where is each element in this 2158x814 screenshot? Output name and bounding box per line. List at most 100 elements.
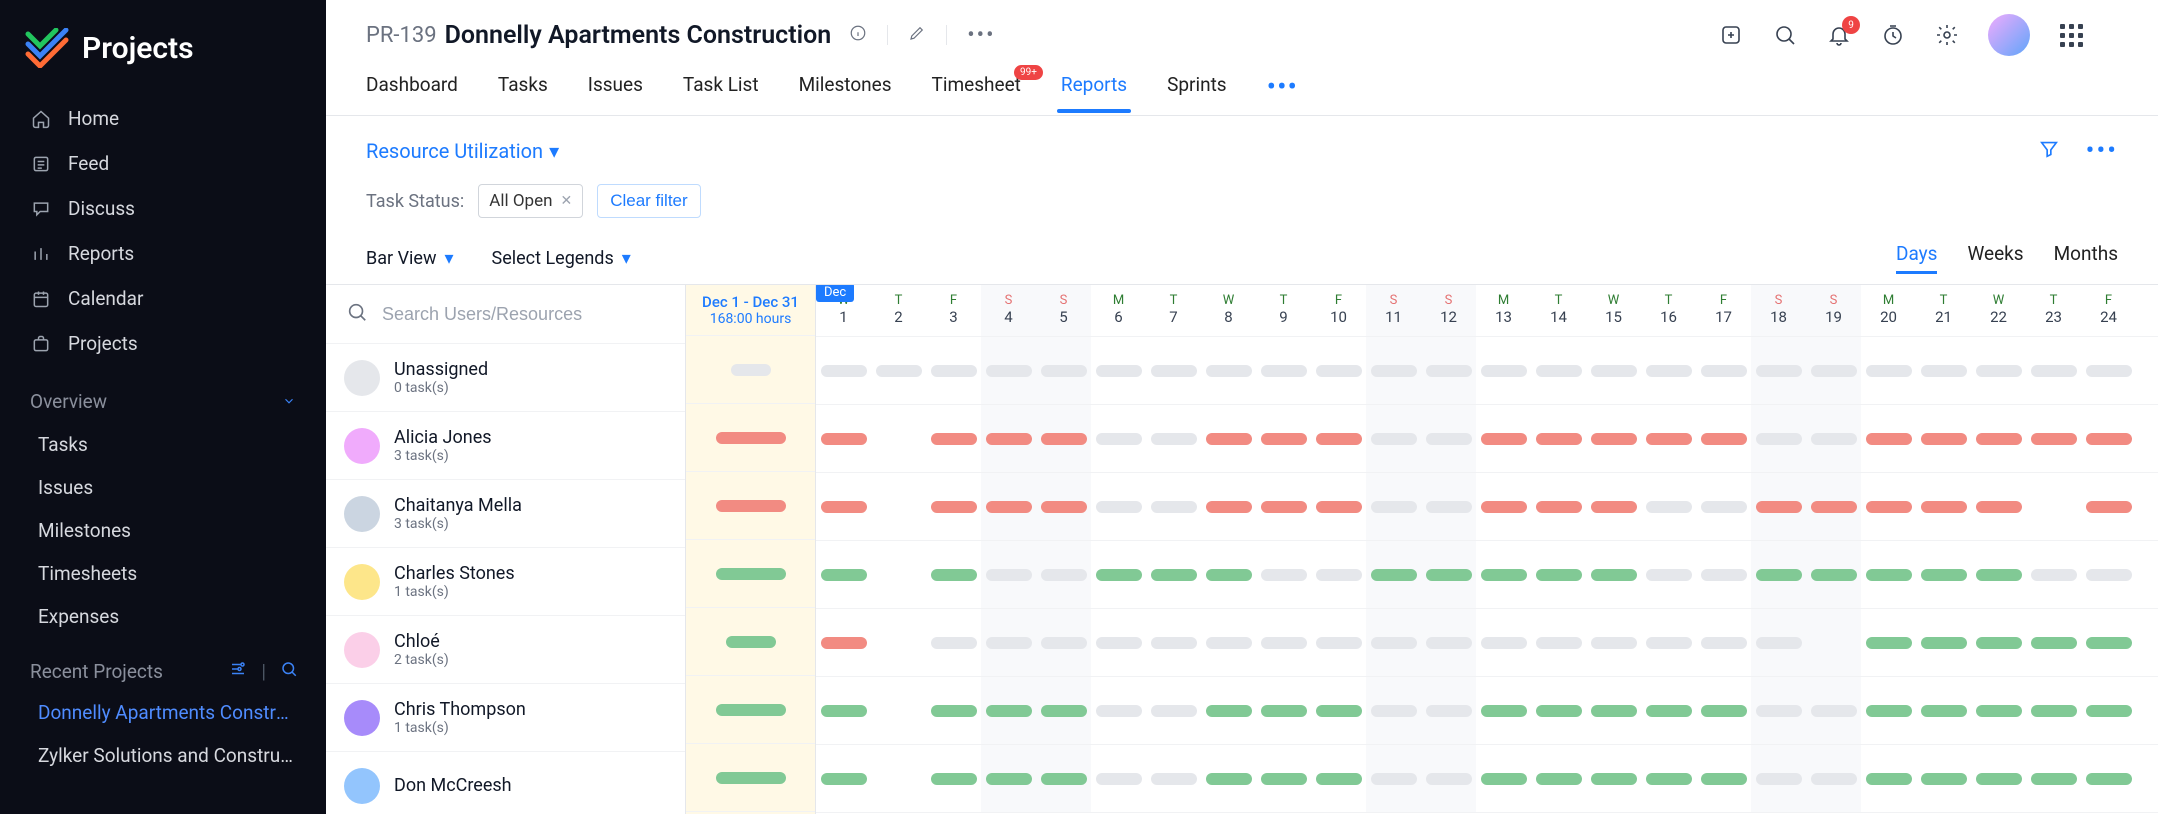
gear-icon[interactable]: [1934, 22, 1960, 48]
tab-issues[interactable]: Issues: [588, 73, 643, 112]
timeline-cell: [2081, 745, 2136, 812]
project-name: Donnelly Apartments Construction: [445, 21, 832, 50]
scale-months[interactable]: Months: [2054, 242, 2118, 274]
utilization-segment: [1481, 637, 1527, 649]
timeline-cell: [1916, 473, 1971, 540]
timeline-cell: [981, 677, 1036, 744]
utilization-segment: [1151, 501, 1197, 513]
clear-filter-button[interactable]: Clear filter: [597, 184, 700, 218]
more-icon[interactable]: •••: [967, 23, 995, 48]
search-icon[interactable]: [1772, 22, 1798, 48]
resource-row[interactable]: Charles Stones1 task(s): [326, 548, 685, 616]
day-of-week: W: [1971, 293, 2026, 308]
search-icon[interactable]: [280, 660, 298, 683]
timeline-header: Dec W1T2F3S4S5M6T7W8T9F10S11S12M13T14W15…: [816, 285, 2158, 337]
day-header: T9: [1256, 285, 1311, 336]
more-icon[interactable]: •••: [2086, 138, 2118, 164]
timeline-cell: [1971, 677, 2026, 744]
utilization-segment: [1591, 365, 1637, 377]
apps-grid-icon[interactable]: [2058, 22, 2084, 48]
sliders-icon[interactable]: [229, 660, 247, 683]
tab-reports[interactable]: Reports: [1061, 73, 1127, 112]
day-of-week: W: [1586, 293, 1641, 308]
resource-row[interactable]: Chaitanya Mella3 task(s): [326, 480, 685, 548]
utilization-segment: [1041, 773, 1087, 785]
timeline-cell: [1971, 405, 2026, 472]
nav-label: Projects: [68, 332, 138, 355]
utilization-segment: [1976, 433, 2022, 445]
info-icon[interactable]: [849, 24, 867, 46]
scale-days[interactable]: Days: [1896, 242, 1937, 274]
timeline-row: [816, 745, 2158, 813]
timeline-cell: [1146, 541, 1201, 608]
edit-icon[interactable]: [908, 24, 926, 46]
filter-icon[interactable]: [2038, 138, 2060, 164]
sidebar-nav-calendar[interactable]: Calendar: [0, 276, 326, 321]
resource-row[interactable]: Chloé2 task(s): [326, 616, 685, 684]
timeline-cell: [1036, 609, 1091, 676]
sidebar-nav-discuss[interactable]: Discuss: [0, 186, 326, 231]
day-number: 1: [816, 308, 871, 326]
resource-search-input[interactable]: [382, 304, 665, 325]
bell-icon[interactable]: 9: [1826, 22, 1852, 48]
utilization-segment: [1591, 433, 1637, 445]
scale-weeks[interactable]: Weeks: [1967, 242, 2023, 274]
utilization-segment: [1096, 705, 1142, 717]
timeline-cell: [981, 337, 1036, 404]
timeline-cell: [1201, 745, 1256, 812]
timeline-cell: [1366, 609, 1421, 676]
sidebar-nav-reports[interactable]: Reports: [0, 231, 326, 276]
resource-row[interactable]: Don McCreesh: [326, 752, 685, 814]
timer-icon[interactable]: [1880, 22, 1906, 48]
timeline-cell: [2026, 337, 2081, 404]
tab-timesheet[interactable]: Timesheet99+: [932, 73, 1021, 112]
utilization-segment: [1591, 773, 1637, 785]
bar-view-dropdown[interactable]: Bar View ▾: [366, 248, 454, 269]
overview-item-timesheets[interactable]: Timesheets: [0, 552, 326, 595]
overview-item-issues[interactable]: Issues: [0, 466, 326, 509]
overview-item-milestones[interactable]: Milestones: [0, 509, 326, 552]
timeline-cell: [1531, 541, 1586, 608]
report-type-dropdown[interactable]: Resource Utilization ▾: [366, 139, 559, 163]
day-of-week: S: [1751, 293, 1806, 308]
sidebar-nav-feed[interactable]: Feed: [0, 141, 326, 186]
legends-dropdown[interactable]: Select Legends ▾: [492, 248, 631, 269]
utilization-segment: [1371, 365, 1417, 377]
utilization-segment: [1921, 501, 1967, 513]
tab-sprints[interactable]: Sprints: [1167, 73, 1227, 112]
resource-row[interactable]: Alicia Jones3 task(s): [326, 412, 685, 480]
tab-milestones[interactable]: Milestones: [799, 73, 892, 112]
utilization-segment: [986, 773, 1032, 785]
tab-dashboard[interactable]: Dashboard: [366, 73, 458, 112]
add-icon[interactable]: [1718, 22, 1744, 48]
utilization-segment: [821, 569, 867, 581]
day-number: 13: [1476, 308, 1531, 326]
task-status-chip[interactable]: All Open ✕: [478, 184, 583, 218]
sidebar-nav-projects[interactable]: Projects: [0, 321, 326, 366]
day-number: 21: [1916, 308, 1971, 326]
user-avatar[interactable]: [1988, 14, 2030, 56]
overview-section-header[interactable]: Overview: [0, 366, 326, 423]
utilization-segment: [931, 501, 977, 513]
tab-tasks[interactable]: Tasks: [498, 73, 548, 112]
day-header: T21: [1916, 285, 1971, 336]
resource-row[interactable]: Unassigned0 task(s): [326, 344, 685, 412]
sidebar-nav-home[interactable]: Home: [0, 96, 326, 141]
utilization-segment: [1316, 433, 1362, 445]
utilization-segment: [1426, 569, 1472, 581]
overview-item-tasks[interactable]: Tasks: [0, 423, 326, 466]
utilization-segment: [821, 637, 867, 649]
tabs-more-icon[interactable]: •••: [1267, 70, 1298, 115]
overview-item-expenses[interactable]: Expenses: [0, 595, 326, 638]
timeline-cell: [1916, 677, 1971, 744]
recent-project-item[interactable]: Zylker Solutions and Construction: [0, 734, 326, 777]
recent-project-item[interactable]: Donnelly Apartments Construction: [0, 691, 326, 734]
resource-row[interactable]: Chris Thompson1 task(s): [326, 684, 685, 752]
utilization-segment: [1316, 501, 1362, 513]
close-icon[interactable]: ✕: [560, 193, 572, 209]
timeline-cell: [871, 677, 926, 744]
timeline[interactable]: Dec W1T2F3S4S5M6T7W8T9F10S11S12M13T14W15…: [816, 285, 2158, 814]
tab-task-list[interactable]: Task List: [683, 73, 759, 112]
utilization-segment: [1206, 433, 1252, 445]
utilization-segment: [2086, 637, 2132, 649]
